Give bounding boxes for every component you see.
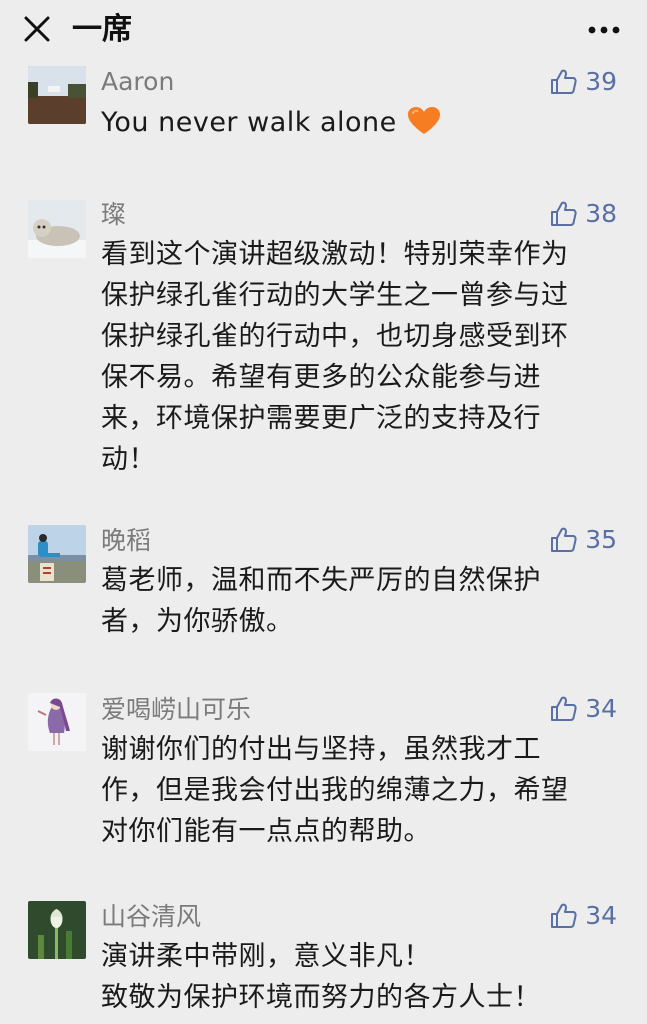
thumbs-up-icon xyxy=(551,696,577,721)
comment-line: 保不易。希望有更多的公众能参与进 xyxy=(101,362,541,393)
comment-line: 致敬为保护环境而努力的各方人士！ xyxy=(101,982,541,1013)
comment-line: 谢谢你们的付出与坚持，虽然我才工 xyxy=(101,734,541,765)
like-button[interactable]: 39 xyxy=(549,66,617,98)
thumbs-up-icon xyxy=(551,527,577,552)
comment-line: 者，为你骄傲。 xyxy=(101,606,294,637)
comment-line: You never walk alone xyxy=(101,102,621,148)
comment-line: 保护绿孔雀的行动中，也切身感受到环 xyxy=(101,321,569,352)
comment-text: 看到这个演讲超级激动！特别荣幸作为 保护绿孔雀行动的大学生之一曾参与过 保护绿孔… xyxy=(101,234,621,480)
comment-text: 葛老师，温和而不失严厉的自然保护 者，为你骄傲。 xyxy=(101,560,621,642)
page-title: 一席 xyxy=(72,12,132,47)
comment-author[interactable]: 晚稻 xyxy=(101,526,151,556)
like-count: 38 xyxy=(585,199,617,228)
comment-line: 演讲柔中带刚，意义非凡！ xyxy=(101,941,431,972)
avatar[interactable] xyxy=(28,901,86,959)
comment-author[interactable]: 爱喝崂山可乐 xyxy=(101,695,251,725)
orange-heart-icon xyxy=(407,106,441,148)
thumbs-up-icon xyxy=(551,903,577,928)
like-count: 35 xyxy=(585,525,617,554)
like-button[interactable]: 35 xyxy=(549,524,617,556)
comment-list[interactable]: Aaron 39 You never walk alone 璨 38 看到这个演… xyxy=(0,62,647,1024)
comment-text: 谢谢你们的付出与坚持，虽然我才工 作，但是我会付出我的绵薄之力，希望 对你们能有… xyxy=(101,729,621,852)
avatar[interactable] xyxy=(28,200,86,258)
avatar[interactable] xyxy=(28,66,86,124)
like-count: 34 xyxy=(585,694,617,723)
avatar[interactable] xyxy=(28,525,86,583)
like-button[interactable]: 34 xyxy=(549,900,617,932)
close-button[interactable] xyxy=(18,10,58,50)
comment-line: 看到这个演讲超级激动！特别荣幸作为 xyxy=(101,239,569,270)
comment-line: 保护绿孔雀行动的大学生之一曾参与过 xyxy=(101,280,569,311)
comment-line: 对你们能有一点点的帮助。 xyxy=(101,816,431,847)
comment-line: 来，环境保护需要更广泛的支持及行 xyxy=(101,403,541,434)
avatar[interactable] xyxy=(28,693,86,751)
comment-line: 动！ xyxy=(101,444,156,475)
comment-line-text: You never walk alone xyxy=(101,107,397,138)
comment-author[interactable]: Aaron xyxy=(101,67,174,97)
comment-text: You never walk alone xyxy=(101,102,621,148)
comment-text: 演讲柔中带刚，意义非凡！ 致敬为保护环境而努力的各方人士！ xyxy=(101,936,621,1018)
thumbs-up-icon xyxy=(551,201,577,226)
close-icon xyxy=(24,16,50,42)
comment-author[interactable]: 璨 xyxy=(101,200,126,230)
like-count: 39 xyxy=(585,67,617,96)
thumbs-up-icon xyxy=(551,69,577,94)
more-button[interactable] xyxy=(579,10,629,50)
like-button[interactable]: 38 xyxy=(549,198,617,230)
like-button[interactable]: 34 xyxy=(549,693,617,725)
comment-author[interactable]: 山谷清风 xyxy=(101,902,201,932)
comment-line: 作，但是我会付出我的绵薄之力，希望 xyxy=(101,775,569,806)
more-icon xyxy=(588,26,620,34)
comment-line: 葛老师，温和而不失严厉的自然保护 xyxy=(101,565,541,596)
top-bar: 一席 xyxy=(0,0,647,62)
like-count: 34 xyxy=(585,901,617,930)
